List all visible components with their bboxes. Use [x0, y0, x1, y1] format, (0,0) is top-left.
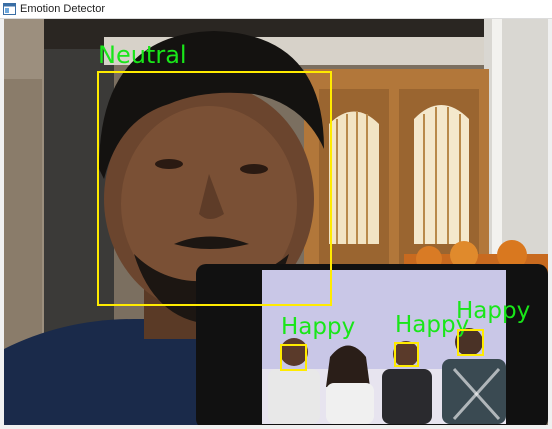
emotion-label-person-3: Happy: [456, 298, 531, 324]
window-titlebar[interactable]: Emotion Detector: [0, 0, 552, 19]
emotion-label-main: Neutral: [98, 41, 187, 69]
face-box-person-1: [280, 344, 307, 371]
face-box-main: [97, 71, 332, 306]
face-box-person-2: [394, 342, 419, 367]
video-frame: Neutral Happy Happy Happy: [4, 19, 548, 425]
window-title: Emotion Detector: [20, 3, 105, 15]
app-window-icon: [3, 3, 16, 15]
face-box-person-3: [457, 329, 484, 356]
emotion-label-person-1: Happy: [281, 314, 356, 340]
